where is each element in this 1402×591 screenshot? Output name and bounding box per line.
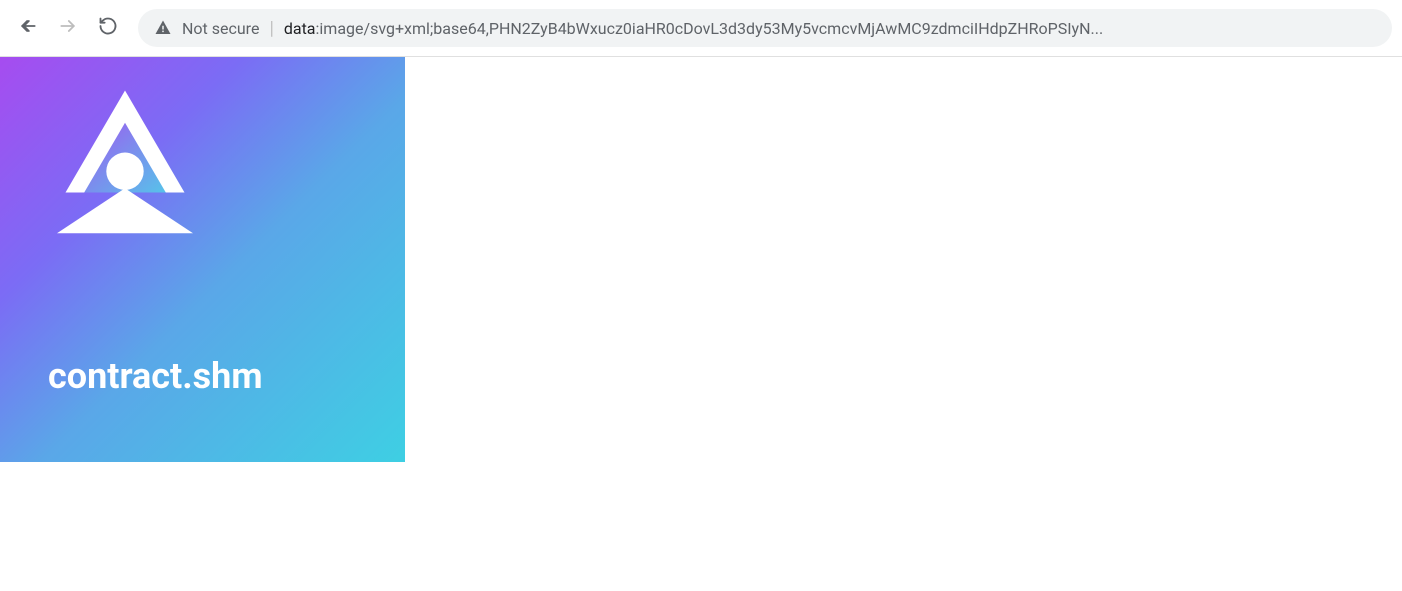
page-content: contract.shm	[0, 56, 1402, 591]
tile-label: contract.shm	[48, 355, 375, 397]
forward-button[interactable]	[50, 10, 86, 46]
address-bar[interactable]: Not secure | data:image/svg+xml;base64,P…	[138, 9, 1392, 47]
triangle-logo-icon	[40, 82, 375, 256]
url-rest: :image/svg+xml;base64,PHN2ZyB4bWxucz0iaH…	[316, 19, 1104, 38]
arrow-right-icon	[58, 16, 78, 40]
reload-icon	[98, 16, 118, 40]
back-button[interactable]	[10, 10, 46, 46]
address-separator: |	[269, 18, 273, 39]
security-status-text: Not secure	[182, 19, 259, 38]
url-text: data:image/svg+xml;base64,PHN2ZyB4bWxucz…	[284, 19, 1103, 38]
arrow-left-icon	[18, 16, 38, 40]
svg-image-tile: contract.shm	[0, 57, 405, 462]
warning-triangle-icon	[154, 19, 172, 37]
url-scheme: data	[284, 19, 316, 38]
reload-button[interactable]	[90, 10, 126, 46]
browser-toolbar: Not secure | data:image/svg+xml;base64,P…	[0, 0, 1402, 56]
